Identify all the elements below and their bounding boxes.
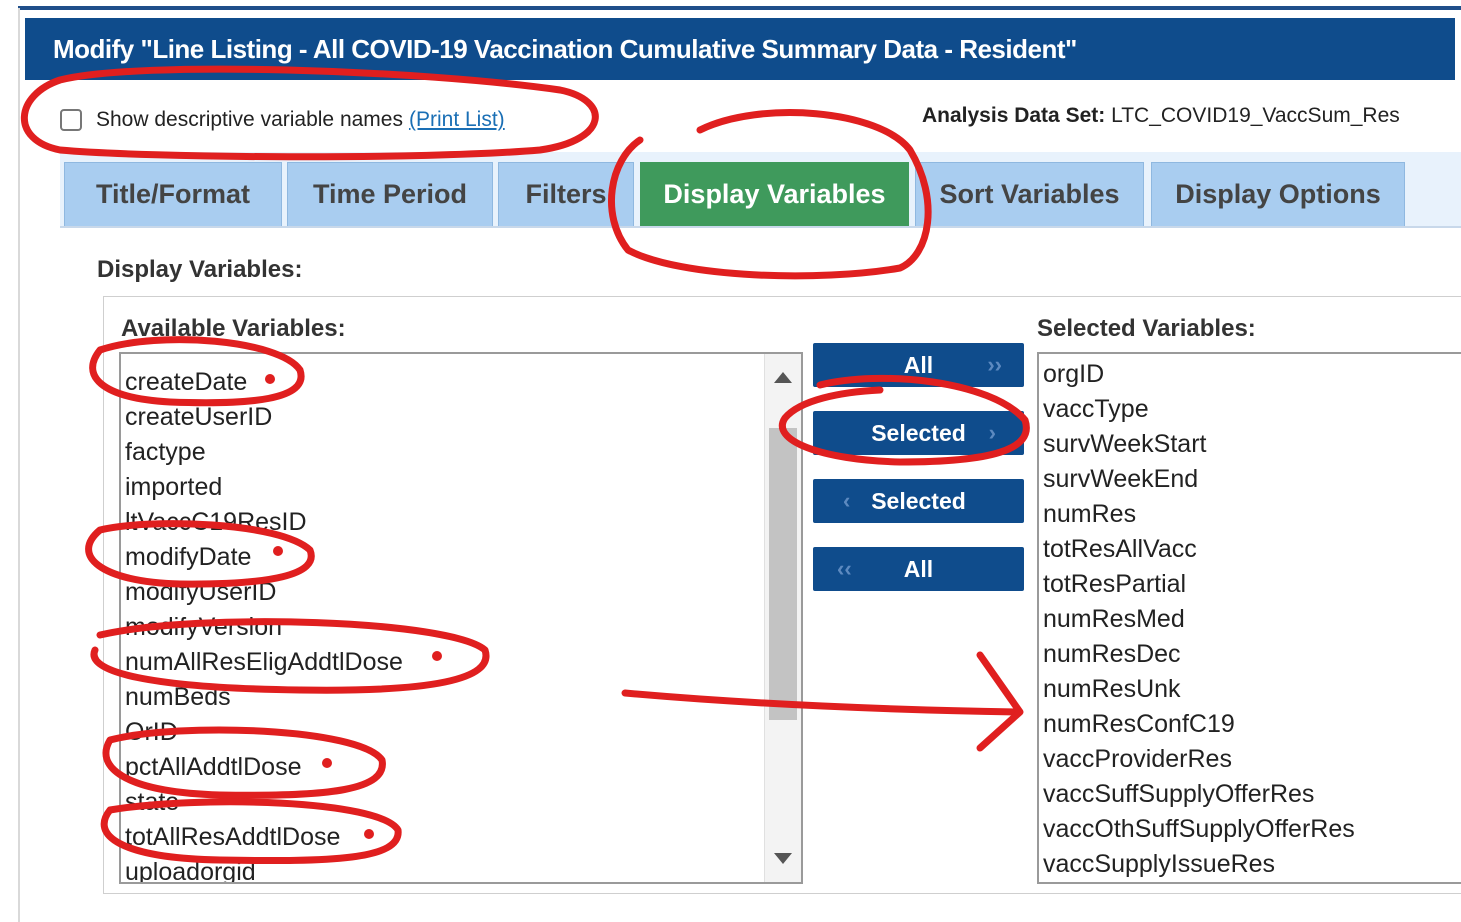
selected-variables-list[interactable]: orgID vaccType survWeekStart survWeekEnd num… bbox=[1037, 352, 1461, 884]
selected-variable-item[interactable]: numResConfC19 bbox=[1039, 707, 1461, 742]
tab-time-period[interactable]: Time Period bbox=[287, 162, 493, 226]
selected-variable-item[interactable]: numRes bbox=[1039, 497, 1461, 532]
show-descriptive-names-checkbox[interactable] bbox=[60, 109, 82, 131]
top-border bbox=[18, 6, 1461, 10]
available-variable-item[interactable]: pctAllAddtlDose bbox=[121, 750, 801, 785]
scroll-up-icon[interactable] bbox=[774, 372, 792, 383]
available-variables-list[interactable]: createDate createUserID factype imported ltV… bbox=[119, 352, 803, 884]
add-selected-button[interactable]: Selected › bbox=[813, 411, 1024, 455]
double-chevron-left-icon: ‹‹ bbox=[837, 556, 852, 581]
available-variable-item[interactable]: uploadorgid bbox=[121, 855, 801, 882]
selected-variable-item[interactable]: totResAllVacc bbox=[1039, 532, 1461, 567]
available-variable-item[interactable]: modifyUserID bbox=[121, 575, 801, 610]
selected-variable-item[interactable]: vaccSupplyIssueRes bbox=[1039, 847, 1461, 882]
selected-variable-item[interactable]: orgID bbox=[1039, 357, 1461, 392]
available-variable-item[interactable]: numAllResEligAddtlDose bbox=[121, 645, 801, 680]
remove-all-button[interactable]: ‹‹ All bbox=[813, 547, 1024, 591]
chevron-left-icon: ‹ bbox=[843, 488, 851, 513]
tab-filters[interactable]: Filters bbox=[498, 162, 634, 226]
available-variable-item[interactable]: imported bbox=[121, 470, 801, 505]
double-chevron-right-icon: ›› bbox=[987, 352, 1002, 377]
available-variable-item[interactable]: modifyDate bbox=[121, 540, 801, 575]
print-list-link[interactable]: (Print List) bbox=[409, 108, 505, 132]
available-variable-item[interactable]: ltVaccC19ResID bbox=[121, 505, 801, 540]
selected-variable-item[interactable]: vaccSuffSupplyOfferRes bbox=[1039, 777, 1461, 812]
tab-sort-variables[interactable]: Sort Variables bbox=[915, 162, 1144, 226]
available-variable-item[interactable]: factype bbox=[121, 435, 801, 470]
selected-variables-title: Selected Variables: bbox=[1037, 315, 1256, 342]
show-descriptive-names-label: Show descriptive variable names bbox=[96, 108, 403, 131]
add-selected-label: Selected bbox=[871, 419, 966, 446]
chevron-right-icon: › bbox=[988, 420, 996, 445]
dataset-label: Analysis Data Set: bbox=[922, 104, 1106, 127]
dialog-title: Modify "Line Listing - All COVID-19 Vacc… bbox=[53, 33, 1077, 64]
available-scrollbar[interactable] bbox=[764, 354, 801, 882]
available-variable-item[interactable]: createUserID bbox=[121, 400, 801, 435]
selected-variable-item[interactable]: numResUnk bbox=[1039, 672, 1461, 707]
tab-title-format[interactable]: Title/Format bbox=[64, 162, 282, 226]
selected-variable-item[interactable]: survWeekEnd bbox=[1039, 462, 1461, 497]
selected-variable-item[interactable]: vaccType bbox=[1039, 392, 1461, 427]
add-all-button[interactable]: All ›› bbox=[813, 343, 1024, 387]
available-variable-item[interactable]: createDate bbox=[121, 365, 801, 400]
options-row: Show descriptive variable names (Print L… bbox=[60, 100, 505, 140]
available-variable-item[interactable]: state bbox=[121, 785, 801, 820]
available-variable-item[interactable]: OrID bbox=[121, 715, 801, 750]
selected-variable-item[interactable]: numResMed bbox=[1039, 602, 1461, 637]
dialog-header: Modify "Line Listing - All COVID-19 Vacc… bbox=[25, 18, 1455, 80]
remove-selected-button[interactable]: ‹ Selected bbox=[813, 479, 1024, 523]
page-border bbox=[18, 8, 20, 922]
remove-selected-label: Selected bbox=[871, 487, 966, 514]
selected-variable-item[interactable]: vaccProviderRes bbox=[1039, 742, 1461, 777]
selected-variable-item[interactable]: totResPartial bbox=[1039, 567, 1461, 602]
section-label: Display Variables: bbox=[97, 256, 303, 283]
dataset-value: LTC_COVID19_VaccSum_Res bbox=[1111, 104, 1400, 127]
selected-variable-item[interactable]: survWeekStart bbox=[1039, 427, 1461, 462]
tab-display-options[interactable]: Display Options bbox=[1151, 162, 1405, 226]
available-variable-item[interactable]: modifyVersion bbox=[121, 610, 801, 645]
available-variable-item[interactable]: numBeds bbox=[121, 680, 801, 715]
selected-variable-item[interactable]: numResDec bbox=[1039, 637, 1461, 672]
add-all-label: All bbox=[903, 351, 934, 378]
available-variables-title: Available Variables: bbox=[121, 315, 346, 342]
scroll-thumb[interactable] bbox=[769, 428, 797, 720]
analysis-dataset: Analysis Data Set: LTC_COVID19_VaccSum_R… bbox=[922, 104, 1400, 128]
tab-display-variables[interactable]: Display Variables bbox=[640, 162, 909, 226]
available-variable-item[interactable]: totAllResAddtlDose bbox=[121, 820, 801, 855]
scroll-down-icon[interactable] bbox=[774, 853, 792, 864]
remove-all-label: All bbox=[903, 555, 934, 582]
selected-variable-item[interactable]: vaccOthSuffSupplyOfferRes bbox=[1039, 812, 1461, 847]
